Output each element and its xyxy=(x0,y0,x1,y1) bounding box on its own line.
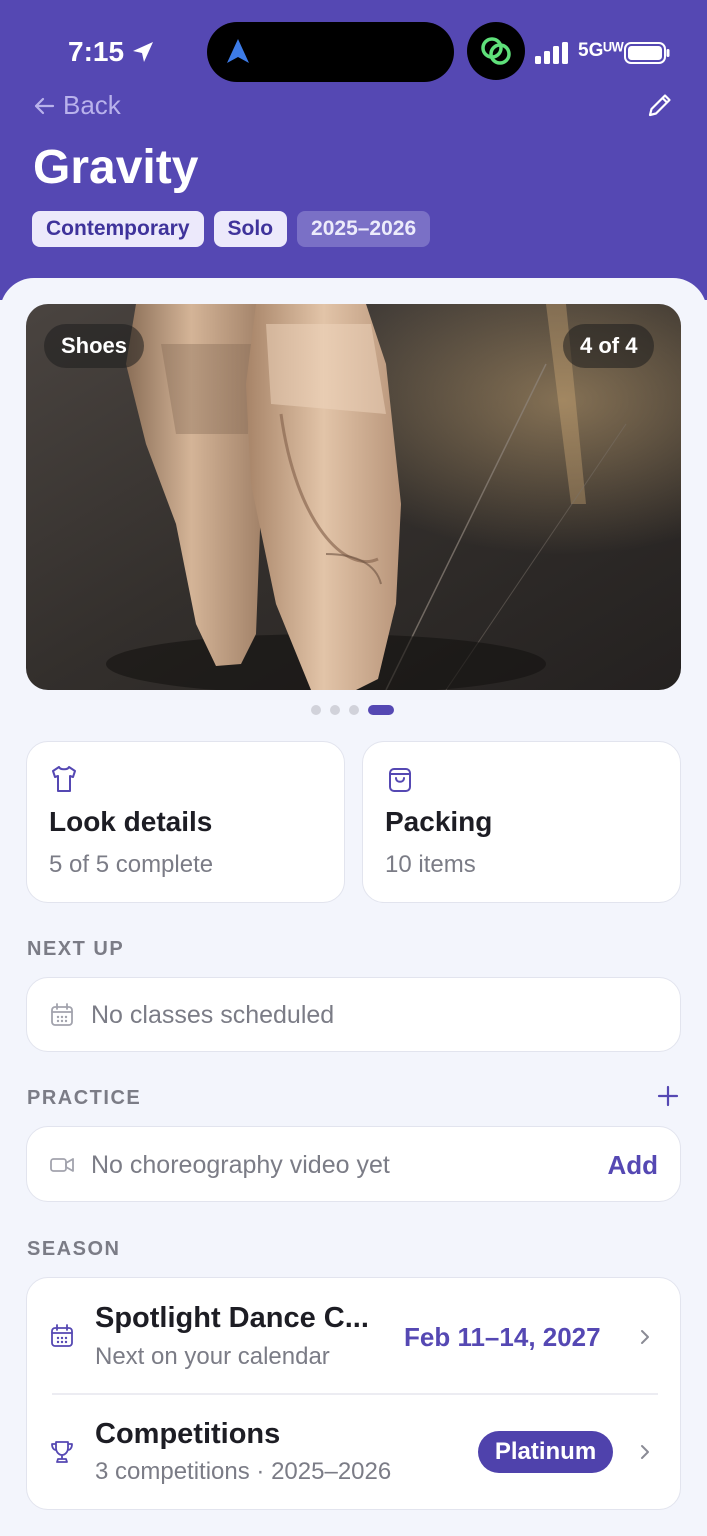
tile-title: Look details xyxy=(49,806,213,837)
tag-list: Contemporary Solo 2025–2026 xyxy=(32,211,431,247)
next-up-heading: NEXT UP xyxy=(27,938,125,960)
tag-type: Solo xyxy=(213,211,288,247)
practice-empty-text: No choreography video yet xyxy=(91,1151,390,1179)
network-label: 5Gᵁᵂ xyxy=(578,40,624,61)
trophy-icon xyxy=(51,1441,73,1463)
page-dot-active[interactable] xyxy=(368,705,394,715)
arrow-left-icon xyxy=(34,97,55,114)
event-date: Feb 11–14, 2027 xyxy=(404,1322,601,1352)
video-camera-icon xyxy=(50,1158,74,1172)
back-label: Back xyxy=(63,90,121,120)
chevron-right-icon xyxy=(641,1445,649,1459)
season-row-subtitle: Next on your calendar xyxy=(95,1343,330,1370)
tile-subtitle: 10 items xyxy=(385,851,476,878)
practice-card[interactable]: No choreography video yet Add xyxy=(26,1126,681,1202)
tag-style: Contemporary xyxy=(32,211,204,247)
season-row-subtitle: 3 competitions · 2025–2026 xyxy=(95,1458,392,1485)
gallery-counter: 4 of 4 xyxy=(563,324,655,368)
navigation-arrow-icon xyxy=(227,39,249,63)
gallery-label: Shoes xyxy=(44,324,145,368)
packing-tile[interactable]: Packing 10 items xyxy=(362,741,681,903)
shirt-icon xyxy=(52,766,76,792)
location-arrow-icon xyxy=(133,42,153,62)
signal-icon xyxy=(535,42,568,64)
season-heading: SEASON xyxy=(27,1238,121,1260)
battery-icon xyxy=(624,42,670,64)
chevron-right-icon xyxy=(641,1330,649,1344)
pencil-icon[interactable] xyxy=(645,90,675,120)
tile-title: Packing xyxy=(385,806,493,837)
tile-subtitle: 5 of 5 complete xyxy=(49,851,214,878)
calendar-icon xyxy=(51,1003,73,1026)
status-bar: 7:15 5Gᵁᵂ xyxy=(0,22,707,82)
page-dot[interactable] xyxy=(349,705,359,715)
add-video-button[interactable]: Add xyxy=(607,1150,658,1181)
bag-icon xyxy=(389,768,411,792)
next-up-empty-text: No classes scheduled xyxy=(91,1001,335,1029)
divider xyxy=(52,1393,658,1395)
level-badge: Platinum xyxy=(478,1431,613,1473)
season-row-title: Competitions xyxy=(95,1418,281,1450)
header: 7:15 5Gᵁᵂ Back Gravity Contemporary Solo… xyxy=(0,0,707,300)
page-dot[interactable] xyxy=(330,705,340,715)
plus-icon[interactable] xyxy=(655,1083,681,1109)
live-activity-icon xyxy=(467,22,525,80)
back-button[interactable]: Back xyxy=(33,90,121,121)
season-row-title: Spotlight Dance C... xyxy=(95,1302,369,1334)
page-title: Gravity xyxy=(33,141,199,194)
practice-heading: PRACTICE xyxy=(27,1087,142,1109)
status-time: 7:15 xyxy=(68,36,125,67)
page-indicator[interactable] xyxy=(311,705,394,715)
look-details-tile[interactable]: Look details 5 of 5 complete xyxy=(26,741,345,903)
next-up-card[interactable]: No classes scheduled xyxy=(26,977,681,1052)
tag-season: 2025–2026 xyxy=(297,211,431,247)
calendar-icon xyxy=(51,1324,73,1347)
page-dot[interactable] xyxy=(311,705,321,715)
